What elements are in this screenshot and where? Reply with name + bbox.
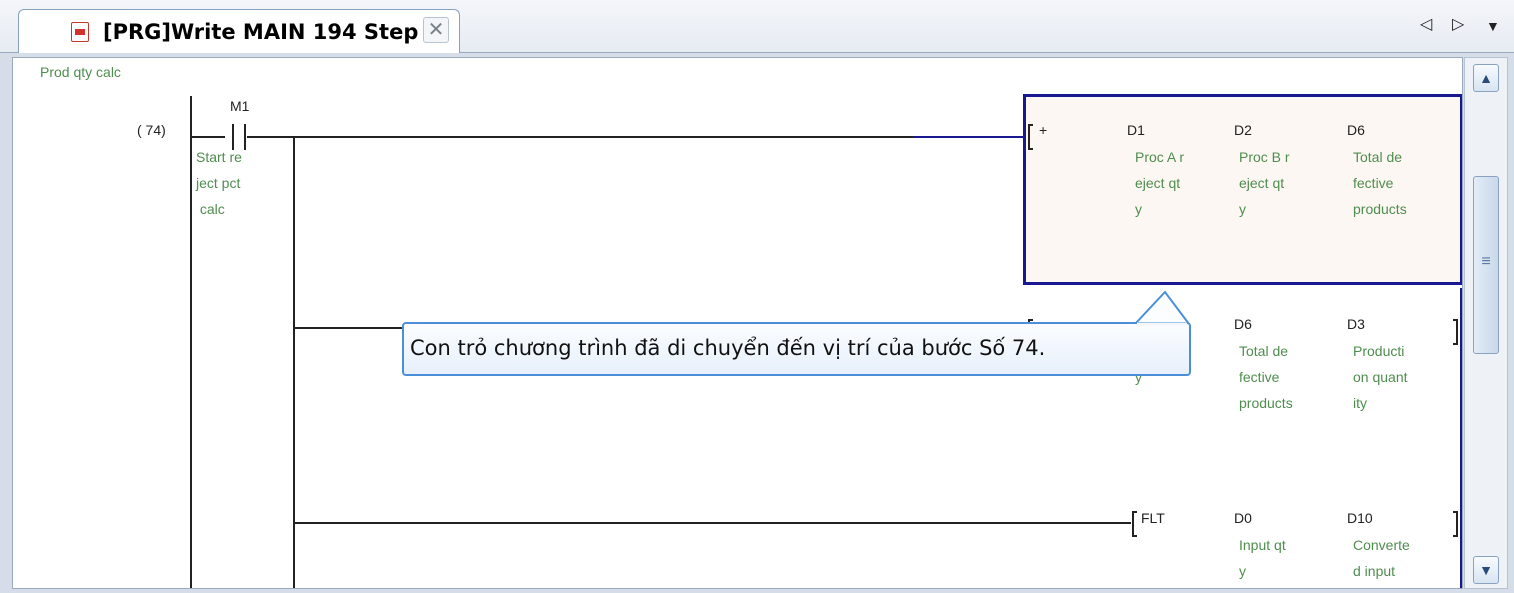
rung1-operand-2: D2 <box>1234 122 1252 138</box>
scroll-thumb[interactable] <box>1473 176 1499 354</box>
tab-title: [PRG]Write MAIN 194 Step <box>103 20 419 44</box>
dropdown-icon[interactable]: ▼ <box>1486 18 1500 34</box>
callout-text: Con trỏ chương trình đã di chuyển đến vị… <box>410 336 1046 360</box>
rung1-comment-3: Total de fective products <box>1353 149 1407 217</box>
scroll-left-icon[interactable]: ◁ <box>1420 14 1432 34</box>
rung3-operand-1: D0 <box>1234 510 1252 526</box>
rung2-operand-1: D6 <box>1234 316 1252 332</box>
callout-tooltip: Con trỏ chương trình đã di chuyển đến vị… <box>402 322 1191 376</box>
scroll-up-icon[interactable]: ▲ <box>1473 64 1499 92</box>
scroll-right-icon[interactable]: ▷ <box>1452 14 1464 34</box>
rung1-instruction: + <box>1039 122 1048 138</box>
rung1-operand-1: D1 <box>1127 122 1145 138</box>
rung3-operand-2: D10 <box>1347 510 1373 526</box>
rung2-operand-2: D3 <box>1347 316 1365 332</box>
tab-bar: [PRG]Write MAIN 194 Step ✕ ◁ ▷ ▼ <box>0 0 1514 53</box>
rung3-comment-2: Converte d input <box>1353 537 1410 579</box>
close-icon[interactable]: ✕ <box>423 17 449 43</box>
scroll-down-icon[interactable]: ▼ <box>1473 556 1499 584</box>
tab-program-main[interactable]: [PRG]Write MAIN 194 Step ✕ <box>18 9 460 53</box>
rung1-operand-3: D6 <box>1347 122 1365 138</box>
rung3-instruction: FLT <box>1141 510 1165 526</box>
program-file-icon <box>71 22 89 42</box>
ladder-editor[interactable]: Prod qty calc ( 74) M1 Start re ject pct… <box>12 57 1463 589</box>
rung3-comment-1: Input qt y <box>1239 537 1286 579</box>
rung2-comment-2: Producti on quant ity <box>1353 343 1408 411</box>
rung1-comment-2: Proc B r eject qt y <box>1239 149 1290 217</box>
rung2-comment-1: Total de fective products <box>1239 343 1293 411</box>
rung1-comment-1: Proc A r eject qt y <box>1135 149 1185 217</box>
contact-device: M1 <box>230 98 250 114</box>
contact-comment: Start re ject pct calc <box>196 149 242 217</box>
vertical-scrollbar[interactable]: ▲ ▼ <box>1464 57 1508 589</box>
